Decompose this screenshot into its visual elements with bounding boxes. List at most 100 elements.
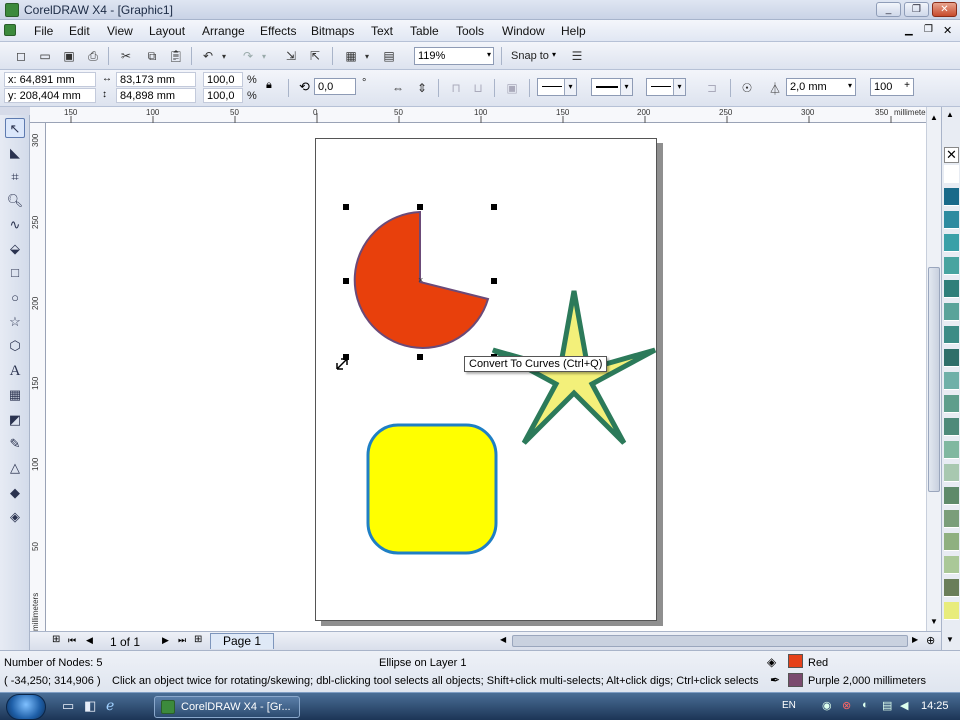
- redo-dropdown-icon[interactable]: ▾: [259, 47, 269, 65]
- palette-swatch[interactable]: [944, 487, 959, 505]
- network-icon[interactable]: ▤: [882, 699, 892, 712]
- undo-icon[interactable]: ↶: [199, 47, 217, 65]
- smart-fill-tool-icon[interactable]: ⬙: [5, 239, 25, 259]
- drawing-canvas[interactable]: × Convert To Curves (Ctrl+Q): [46, 123, 926, 631]
- shape-tool-icon[interactable]: ◣: [5, 143, 25, 163]
- undo-dropdown-icon[interactable]: ▾: [219, 47, 229, 65]
- taskbar-item-coreldraw[interactable]: CorelDRAW X4 - [Gr...: [154, 696, 300, 718]
- zoom-levels-select[interactable]: 119% ▾: [414, 47, 494, 65]
- text-tool-icon[interactable]: A: [5, 361, 25, 381]
- interactive-fill-tool-icon[interactable]: ◈: [5, 507, 25, 527]
- table-tool-icon[interactable]: ▦: [5, 385, 25, 405]
- palette-swatch[interactable]: [944, 349, 959, 367]
- vertical-scrollbar[interactable]: ▲ ▼: [926, 107, 941, 631]
- palette-swatch[interactable]: [944, 280, 959, 298]
- width-field[interactable]: 83,173 mm: [116, 72, 196, 87]
- rotation-angle-field[interactable]: 0,0: [314, 78, 356, 95]
- cut-icon[interactable]: ✂: [117, 47, 135, 65]
- outline-width-select[interactable]: 2,0 mm ▾: [786, 78, 856, 96]
- start-button[interactable]: [6, 694, 46, 720]
- doc-minimize-icon[interactable]: ▁: [905, 25, 913, 36]
- scale-x-field[interactable]: 100,0: [203, 72, 243, 87]
- menu-help[interactable]: Help: [561, 24, 586, 38]
- selection-handle[interactable]: [491, 278, 497, 284]
- export-icon[interactable]: ⇱: [306, 47, 324, 65]
- palette-swatch[interactable]: [944, 326, 959, 344]
- minimize-button[interactable]: _: [876, 2, 901, 17]
- palette-swatch[interactable]: [944, 441, 959, 459]
- pen-icon[interactable]: ☉: [738, 79, 756, 97]
- application-launcher-icon[interactable]: ▦: [342, 47, 360, 65]
- snap-to-button[interactable]: Snap to: [511, 50, 549, 62]
- menu-table[interactable]: Table: [410, 24, 439, 38]
- tray-icon[interactable]: ⊗: [842, 699, 851, 712]
- menu-window[interactable]: Window: [502, 24, 545, 38]
- palette-swatch[interactable]: [944, 303, 959, 321]
- first-page-icon[interactable]: ⏮: [68, 635, 76, 646]
- zoom-tool-icon[interactable]: 🔍︎: [5, 191, 25, 211]
- vertical-ruler[interactable]: 300 250 200 150 100 50 millimeters: [30, 123, 46, 631]
- crop-tool-icon[interactable]: ⌗: [5, 167, 25, 187]
- text-wrap-icon[interactable]: ⊐: [703, 79, 721, 97]
- scroll-right-icon[interactable]: ▶: [912, 635, 918, 644]
- redo-icon[interactable]: ↷: [239, 47, 257, 65]
- palette-swatch[interactable]: [944, 372, 959, 390]
- menu-view[interactable]: View: [107, 24, 133, 38]
- palette-swatch[interactable]: [944, 579, 959, 597]
- palette-swatch[interactable]: [944, 464, 959, 482]
- document-icon[interactable]: [4, 24, 16, 36]
- doc-restore-icon[interactable]: ❐: [924, 24, 933, 35]
- selection-handle[interactable]: [417, 354, 423, 360]
- selection-handle[interactable]: [491, 204, 497, 210]
- add-page-icon[interactable]: ⊞: [52, 634, 60, 645]
- snap-to-dropdown-icon[interactable]: ▾: [552, 50, 556, 59]
- menu-edit[interactable]: Edit: [69, 24, 90, 38]
- palette-swatch[interactable]: [944, 165, 959, 183]
- tab-page-1[interactable]: Page 1: [210, 633, 274, 649]
- palette-swatch[interactable]: [944, 556, 959, 574]
- tray-icon[interactable]: ◉: [822, 699, 832, 712]
- menu-file[interactable]: File: [34, 24, 53, 38]
- menu-tools[interactable]: Tools: [456, 24, 484, 38]
- palette-swatch[interactable]: [944, 211, 959, 229]
- restore-button[interactable]: ❐: [904, 2, 929, 17]
- palette-swatch[interactable]: [944, 602, 959, 620]
- show-desktop-icon[interactable]: ▭: [62, 698, 74, 714]
- interactive-tool-icon[interactable]: ◩: [5, 410, 25, 430]
- y-position-field[interactable]: y: 208,404 mm: [4, 88, 96, 103]
- welcome-screen-icon[interactable]: ▤: [380, 47, 398, 65]
- menu-text[interactable]: Text: [371, 24, 393, 38]
- outline-tool-icon[interactable]: △: [5, 458, 25, 478]
- no-color-swatch[interactable]: ✕: [944, 147, 959, 163]
- rounded-rectangle-shape[interactable]: [366, 423, 498, 555]
- print-icon[interactable]: ⎙: [84, 47, 102, 65]
- outline-color-swatch[interactable]: [788, 673, 803, 687]
- start-arrowhead-select[interactable]: ▾: [537, 78, 577, 96]
- convert-icon[interactable]: ▣: [503, 79, 521, 97]
- height-field[interactable]: 84,898 mm: [116, 88, 196, 103]
- selection-handle[interactable]: [417, 204, 423, 210]
- x-position-field[interactable]: x: 64,891 mm: [4, 72, 96, 87]
- browser-icon[interactable]: ℯ: [106, 697, 114, 714]
- scale-y-field[interactable]: 100,0: [203, 88, 243, 103]
- last-page-icon[interactable]: ⏭: [178, 635, 186, 646]
- import-icon[interactable]: ⇲: [282, 47, 300, 65]
- wrap-icon[interactable]: ⊓: [447, 79, 465, 97]
- paste-icon[interactable]: 📋︎: [167, 47, 185, 65]
- tray-icon[interactable]: ◐: [862, 699, 869, 711]
- nudge-field[interactable]: 100 +: [870, 78, 914, 96]
- add-page-end-icon[interactable]: ⊞: [194, 634, 202, 645]
- menu-layout[interactable]: Layout: [149, 24, 185, 38]
- scroll-down-icon[interactable]: ▼: [930, 617, 938, 626]
- horizontal-scroll-thumb[interactable]: [512, 635, 908, 647]
- break-apart-icon[interactable]: ⊔: [469, 79, 487, 97]
- polygon-tool-icon[interactable]: ☆: [5, 312, 25, 332]
- coreldraw-app-icon[interactable]: [5, 3, 19, 17]
- open-icon[interactable]: ▭: [36, 47, 54, 65]
- palette-scroll-up-icon[interactable]: ▲: [946, 110, 954, 119]
- palette-swatch[interactable]: [944, 257, 959, 275]
- new-icon[interactable]: ◻: [12, 47, 30, 65]
- fill-color-swatch[interactable]: [788, 654, 803, 668]
- quick-launch-icon[interactable]: ◧: [84, 698, 96, 714]
- basic-shapes-tool-icon[interactable]: ⬡: [5, 336, 25, 356]
